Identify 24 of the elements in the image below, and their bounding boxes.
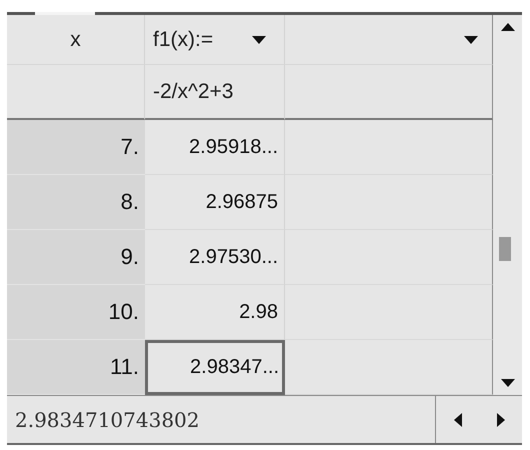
left-arrow-icon[interactable] [454,412,462,426]
table-cell[interactable]: 2.97530... [145,230,285,285]
table-cell[interactable]: 2.98347... [145,340,285,395]
right-arrow-icon[interactable] [496,412,504,426]
x-value-cell: 9. [7,230,145,285]
entry-line[interactable]: 2.9834710743802 [7,396,436,443]
caret-icon[interactable] [464,36,478,44]
scroll-down-icon[interactable] [500,379,514,387]
column-name: x [70,28,81,52]
x-value-cell: 8. [7,175,145,230]
table-cell[interactable]: 2.98 [145,285,285,340]
scrollbar-thumb[interactable] [499,237,511,261]
formula-cell[interactable]: -2/x^2+3 [145,65,285,120]
table-cell[interactable]: 2.95918... [145,120,285,175]
column-header[interactable]: f1(x):= [145,15,285,65]
formula-text: -2/x^2+3 [152,80,234,104]
column-header[interactable]: x [7,15,145,65]
scroll-up-icon[interactable] [500,23,514,31]
table-cell[interactable]: 2.96875 [145,175,285,230]
caret-icon[interactable] [252,36,266,44]
x-value-cell: 7. [7,120,145,175]
column-name: f1(x):= [153,28,214,52]
x-value-cell: 10. [7,285,145,340]
x-value-cell: 11. [7,340,145,395]
